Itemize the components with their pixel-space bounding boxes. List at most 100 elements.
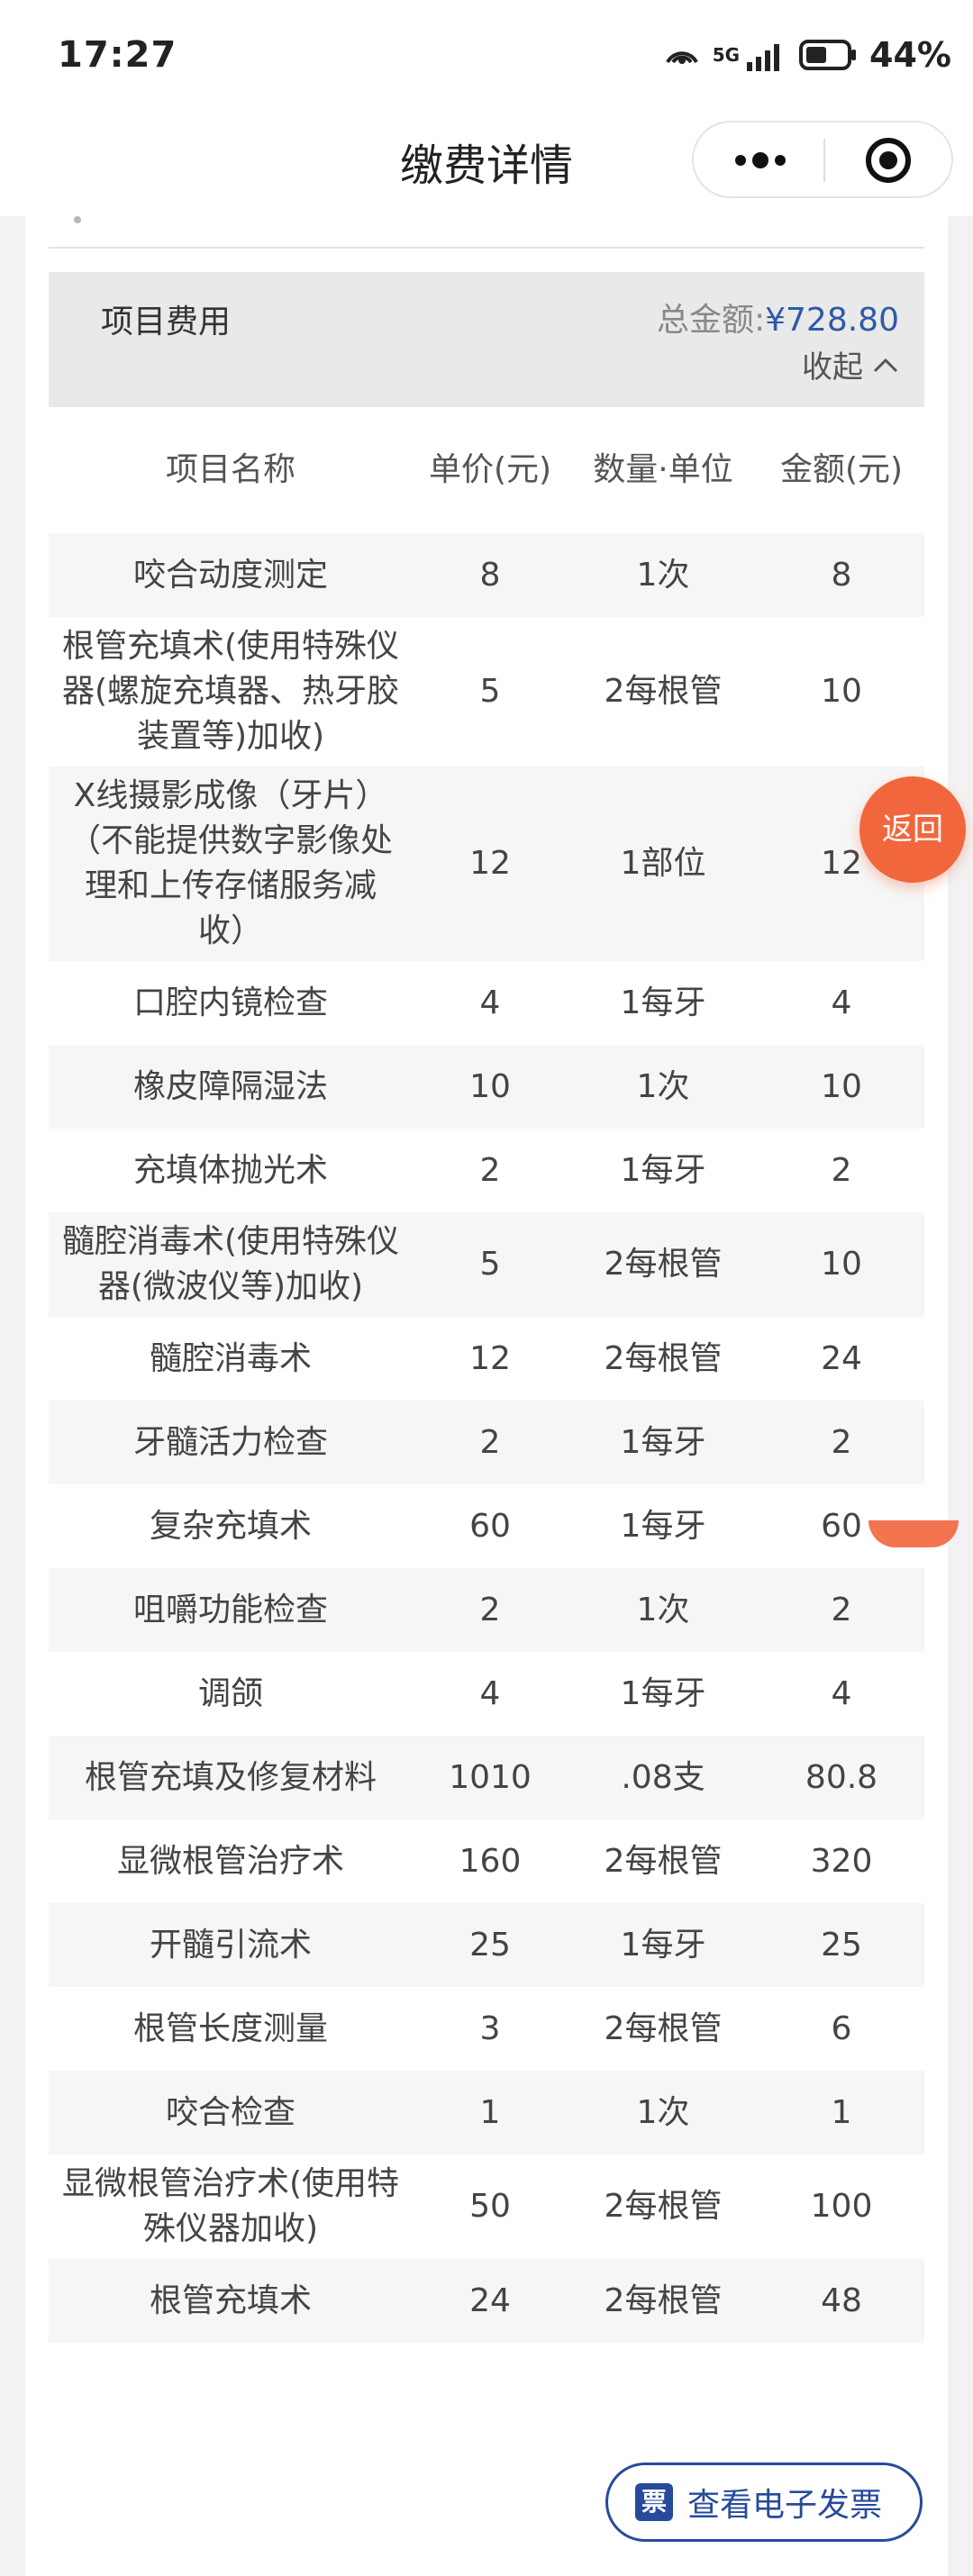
cell-item-name: 根管充填术(使用特殊仪器(螺旋充填器、热牙胶装置等)加收) <box>61 628 400 755</box>
cell-item-name: 髓腔消毒术 <box>149 1339 312 1377</box>
cell-unit-price: 10 <box>469 1067 511 1105</box>
network-type-label: 5G <box>712 44 741 66</box>
cell-amount: 2 <box>831 1423 852 1461</box>
scrolled-content-edge <box>74 216 81 223</box>
collapse-label: 收起 <box>802 349 863 385</box>
cell-unit-price: 4 <box>479 1674 501 1712</box>
cell-quantity-unit: 1每牙 <box>620 1151 706 1189</box>
table-row: 显微根管治疗术(使用特殊仪器加收) 50 2每根管 100 <box>49 2154 924 2259</box>
fee-card: 项目费用 总金额:¥728.80 收起 项目名称 单价(元) 数量·单位 金额(… <box>25 216 948 2576</box>
cell-item-name: X线摄影成像（牙片）（不能提供数字影像处理和上传存储服务减收） <box>68 777 393 949</box>
cell-amount: 48 <box>821 2281 862 2319</box>
cell-quantity-unit: 1次 <box>636 2093 690 2131</box>
cell-item-name: 咬合动度测定 <box>132 556 328 594</box>
table-row: 髓腔消毒术(使用特殊仪器(微波仪等)加收) 5 2每根管 10 <box>49 1212 924 1317</box>
collapse-toggle[interactable]: 收起 <box>802 342 899 386</box>
view-e-invoice-button[interactable]: 票 查看电子发票 <box>605 2463 923 2542</box>
cell-quantity-unit: 1次 <box>636 1591 690 1628</box>
more-icon[interactable] <box>730 137 791 184</box>
table-row: 口腔内镜检查 4 1每牙 4 <box>49 961 924 1045</box>
table-row: 咬合动度测定 8 1次 8 <box>49 533 924 617</box>
cell-quantity-unit: 2每根管 <box>604 1246 723 1283</box>
cell-unit-price: 12 <box>469 1339 511 1377</box>
cell-unit-price: 4 <box>479 984 501 1021</box>
cell-unit-price: 2 <box>479 1423 501 1461</box>
cell-quantity-unit: 1每牙 <box>620 1926 706 1964</box>
table-row: 显微根管治疗术 160 2每根管 320 <box>49 1819 924 1903</box>
table-row: 橡皮障隔湿法 10 1次 10 <box>49 1045 924 1129</box>
header-unit-price: 单价(元) <box>428 451 552 488</box>
cell-unit-price: 60 <box>469 1507 511 1545</box>
cell-item-name: 牙髓活力检查 <box>132 1423 328 1461</box>
cell-item-name: 口腔内镜检查 <box>132 984 328 1021</box>
table-row: 根管充填及修复材料 1010 .08支 80.8 <box>49 1736 924 1819</box>
close-miniprogram-icon[interactable] <box>863 135 914 186</box>
cell-unit-price: 25 <box>469 1926 511 1964</box>
cell-quantity-unit: 2每根管 <box>604 1339 723 1377</box>
cell-quantity-unit: 1每牙 <box>620 1674 706 1712</box>
cell-unit-price: 160 <box>459 1842 522 1880</box>
cell-unit-price: 1 <box>479 2093 501 2131</box>
cell-item-name: 复杂充填术 <box>149 1507 312 1545</box>
cell-amount: 100 <box>810 2188 873 2225</box>
cell-quantity-unit: 1部位 <box>620 845 706 882</box>
cell-item-name: 咬合检查 <box>165 2093 296 2131</box>
mini-program-capsule <box>692 121 953 198</box>
capsule-divider <box>823 139 825 182</box>
cell-quantity-unit: 2每根管 <box>604 1842 723 1880</box>
divider <box>49 247 924 249</box>
status-time: 17:27 <box>58 34 177 76</box>
nav-bar: 缴费详情 <box>0 113 973 216</box>
fee-table: 项目名称 单价(元) 数量·单位 金额(元) 咬合动度测定 8 1次 8 根管充填术(使… <box>49 407 924 2343</box>
cell-amount: 10 <box>821 1067 862 1105</box>
table-row: 牙髓活力检查 2 1每牙 2 <box>49 1401 924 1484</box>
table-row: 根管充填术(使用特殊仪器(螺旋充填器、热牙胶装置等)加收) 5 2每根管 10 <box>49 617 924 766</box>
cell-amount: 320 <box>810 1842 873 1880</box>
table-row: 充填体抛光术 2 1每牙 2 <box>49 1129 924 1212</box>
status-bar: 17:27 5G 44% <box>0 0 973 113</box>
cell-quantity-unit: 2每根管 <box>604 2188 723 2225</box>
battery-percent: 44% <box>869 35 951 75</box>
hotspot-icon <box>665 51 698 64</box>
cell-amount: 80.8 <box>805 1758 878 1796</box>
cell-item-name: 橡皮障隔湿法 <box>132 1067 328 1105</box>
cell-unit-price: 5 <box>479 673 501 710</box>
cell-item-name: 充填体抛光术 <box>132 1151 328 1189</box>
cell-quantity-unit: 2每根管 <box>604 673 723 710</box>
cell-amount: 4 <box>831 1674 852 1712</box>
cell-amount: 4 <box>831 984 852 1021</box>
cell-unit-price: 2 <box>479 1591 501 1628</box>
cell-unit-price: 12 <box>469 845 511 882</box>
cell-item-name: 显微根管治疗术(使用特殊仪器加收) <box>61 2165 400 2247</box>
invoice-icon: 票 <box>635 2483 673 2521</box>
view-e-invoice-label: 查看电子发票 <box>687 2487 883 2524</box>
header-quantity-unit: 数量·单位 <box>593 451 733 488</box>
status-icons: 5G 44% <box>664 32 951 77</box>
cell-amount: 1 <box>831 2093 852 2131</box>
cell-item-name: 根管长度测量 <box>132 2009 328 2047</box>
cell-quantity-unit: 2每根管 <box>604 2009 723 2047</box>
chevron-up-icon <box>873 358 898 372</box>
cell-amount: 25 <box>821 1926 862 1964</box>
fee-table-body: 咬合动度测定 8 1次 8 根管充填术(使用特殊仪器(螺旋充填器、热牙胶装置等)加收) 5… <box>49 533 924 2343</box>
signal-icon <box>747 44 780 71</box>
floating-button-edge <box>868 1520 959 1547</box>
cell-unit-price: 5 <box>479 1246 501 1283</box>
table-row: 咬合检查 1 1次 1 <box>49 2071 924 2154</box>
table-row: 开髓引流术 25 1每牙 25 <box>49 1903 924 1987</box>
header-amount: 金额(元) <box>779 451 904 488</box>
cell-amount: 2 <box>831 1151 852 1189</box>
cell-unit-price: 24 <box>469 2281 511 2319</box>
total-amount: 总金额:¥728.80 <box>657 294 899 340</box>
header-item-name: 项目名称 <box>165 451 296 488</box>
cell-unit-price: 3 <box>479 2009 501 2047</box>
cell-item-name: 显微根管治疗术 <box>116 1842 344 1880</box>
cell-amount: 10 <box>821 673 862 710</box>
cell-amount: 10 <box>821 1246 862 1283</box>
total-value: ¥728.80 <box>765 302 899 339</box>
cell-amount: 2 <box>831 1591 852 1628</box>
cell-item-name: 调颌 <box>197 1674 263 1712</box>
total-label: 总金额: <box>656 302 766 339</box>
back-button[interactable]: 返回 <box>859 776 966 883</box>
cell-quantity-unit: 1次 <box>636 1067 690 1105</box>
